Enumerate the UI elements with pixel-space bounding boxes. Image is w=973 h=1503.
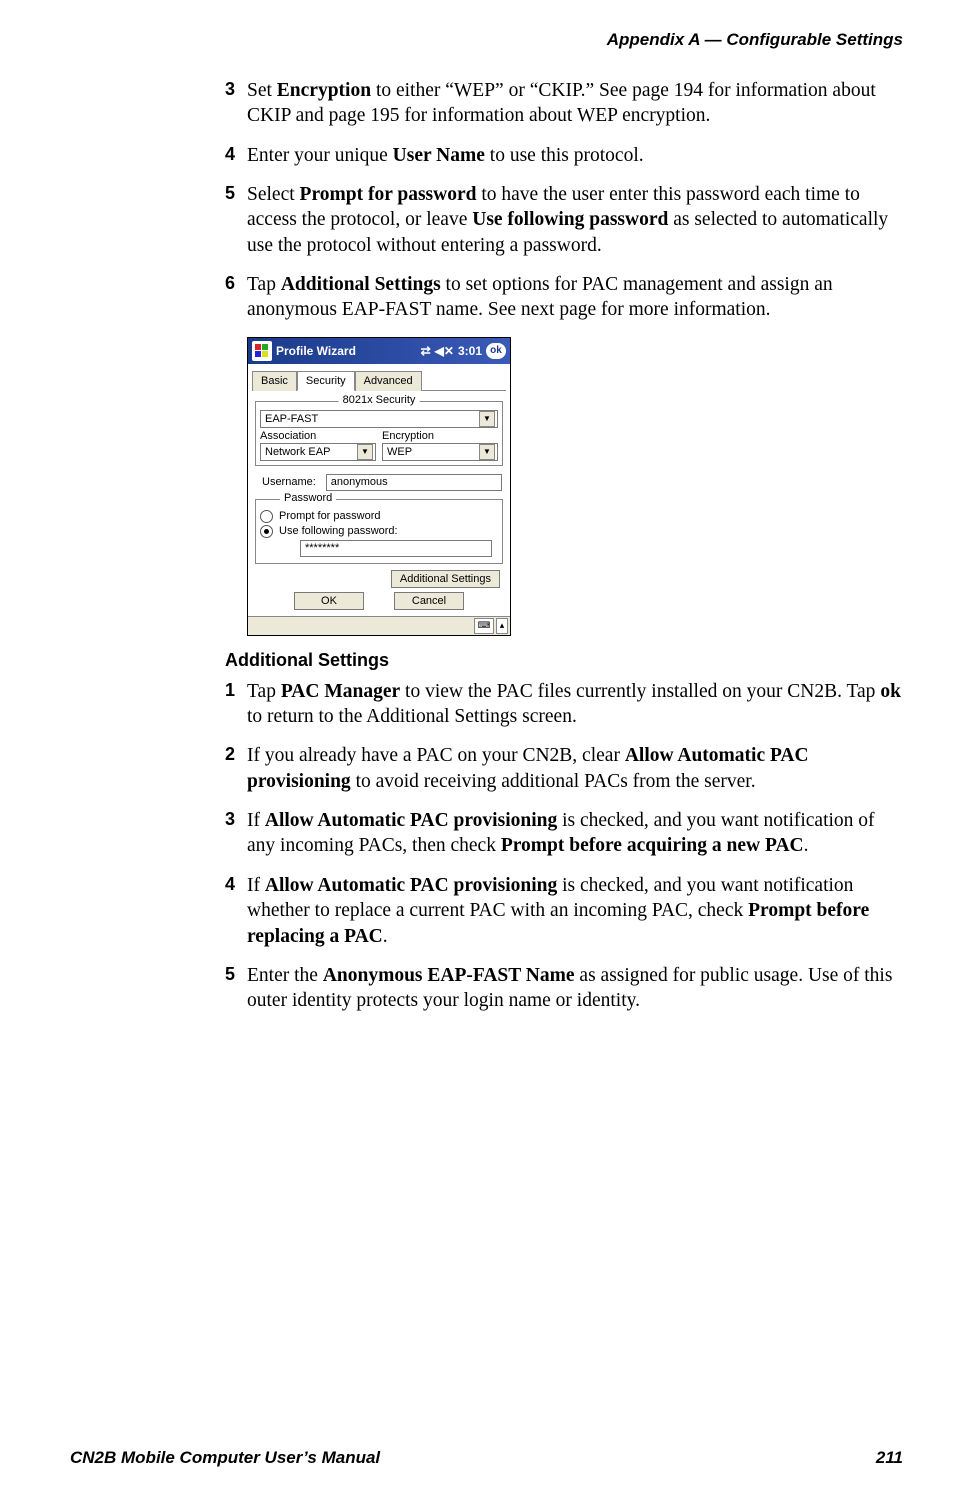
sip-bar: ⌨ ▴ [248, 616, 510, 635]
step-text: Enter the Anonymous EAP-FAST Name as ass… [247, 965, 892, 1011]
encryption-dropdown[interactable]: WEP ▼ [382, 443, 498, 461]
chevron-down-icon: ▼ [479, 411, 495, 427]
step-item: 5 Enter the Anonymous EAP-FAST Name as as… [225, 963, 903, 1014]
radio-prompt-label: Prompt for password [279, 510, 380, 522]
password-group-label: Password [280, 492, 336, 504]
pda-title-text: Profile Wizard [276, 344, 356, 358]
step-item: 4 If Allow Automatic PAC provisioning is … [225, 873, 903, 949]
step-text: Set Encryption to either “WEP” or “CKIP.… [247, 80, 876, 126]
eap-value: EAP-FAST [265, 413, 318, 425]
eap-dropdown[interactable]: EAP-FAST ▼ [260, 410, 498, 428]
ok-button[interactable]: OK [294, 592, 364, 610]
main-content: 3 Set Encryption to either “WEP” or “CKIP… [225, 78, 903, 1014]
steps-list-top: 3 Set Encryption to either “WEP” or “CKIP… [225, 78, 903, 323]
password-group: Password Prompt for password Use followi… [255, 499, 503, 564]
radio-prompt[interactable] [260, 510, 273, 523]
step-number: 2 [225, 743, 235, 766]
steps-list-bottom: 1 Tap PAC Manager to view the PAC files c… [225, 679, 903, 1014]
radio-use-following[interactable] [260, 525, 273, 538]
step-item: 1 Tap PAC Manager to view the PAC files c… [225, 679, 903, 730]
volume-icon[interactable]: ◀✕ [435, 344, 454, 358]
pda-screenshot: Profile Wizard ⇄ ◀✕ 3:01 ok Basic Securi… [247, 337, 511, 636]
step-item: 6 Tap Additional Settings to set options … [225, 272, 903, 323]
step-text: Select Prompt for password to have the u… [247, 184, 888, 256]
start-icon[interactable] [252, 341, 272, 361]
pda-titlebar: Profile Wizard ⇄ ◀✕ 3:01 ok [248, 338, 510, 364]
step-number: 3 [225, 808, 235, 831]
step-number: 6 [225, 272, 235, 295]
step-text: Tap PAC Manager to view the PAC files cu… [247, 681, 901, 727]
tab-strip: Basic Security Advanced [252, 370, 506, 391]
additional-settings-button[interactable]: Additional Settings [391, 570, 500, 588]
security-group-label: 8021x Security [339, 394, 420, 406]
step-number: 1 [225, 679, 235, 702]
connectivity-icon[interactable]: ⇄ [421, 344, 431, 358]
sip-up-icon[interactable]: ▴ [496, 618, 508, 634]
step-number: 3 [225, 78, 235, 101]
password-field[interactable]: ******** [300, 540, 492, 557]
step-text: Tap Additional Settings to set options f… [247, 274, 833, 320]
pda-clock: 3:01 [458, 344, 482, 358]
association-value: Network EAP [265, 446, 330, 458]
password-value: ******** [305, 542, 339, 554]
step-number: 4 [225, 873, 235, 896]
step-number: 4 [225, 143, 235, 166]
association-dropdown[interactable]: Network EAP ▼ [260, 443, 376, 461]
security-group: 8021x Security EAP-FAST ▼ Association Ne… [255, 401, 503, 466]
keyboard-icon[interactable]: ⌨ [474, 618, 494, 634]
step-item: 4 Enter your unique User Name to use this… [225, 143, 903, 168]
subheading-additional-settings: Additional Settings [225, 650, 903, 671]
tab-advanced[interactable]: Advanced [355, 371, 422, 391]
step-number: 5 [225, 963, 235, 986]
cancel-button[interactable]: Cancel [394, 592, 464, 610]
chevron-down-icon: ▼ [357, 444, 373, 460]
tab-security[interactable]: Security [297, 371, 355, 391]
footer-right: 211 [876, 1448, 903, 1468]
encryption-label: Encryption [382, 430, 498, 442]
username-value: anonymous [331, 476, 388, 488]
step-item: 2 If you already have a PAC on your CN2B,… [225, 743, 903, 794]
association-label: Association [260, 430, 376, 442]
step-number: 5 [225, 182, 235, 205]
encryption-value: WEP [387, 446, 412, 458]
step-text: If Allow Automatic PAC provisioning is c… [247, 875, 869, 947]
step-item: 3 If Allow Automatic PAC provisioning is … [225, 808, 903, 859]
page-header: Appendix A — Configurable Settings [70, 30, 903, 50]
footer-left: CN2B Mobile Computer User’s Manual [70, 1448, 380, 1468]
step-text: If you already have a PAC on your CN2B, … [247, 745, 809, 791]
chevron-down-icon: ▼ [479, 444, 495, 460]
step-item: 3 Set Encryption to either “WEP” or “CKIP… [225, 78, 903, 129]
step-item: 5 Select Prompt for password to have the … [225, 182, 903, 258]
tab-basic[interactable]: Basic [252, 371, 297, 391]
pda-ok-button[interactable]: ok [486, 343, 506, 359]
username-label: Username: [262, 476, 316, 488]
step-text: Enter your unique User Name to use this … [247, 145, 644, 166]
username-field[interactable]: anonymous [326, 474, 502, 491]
step-text: If Allow Automatic PAC provisioning is c… [247, 810, 875, 856]
radio-use-label: Use following password: [279, 525, 398, 537]
